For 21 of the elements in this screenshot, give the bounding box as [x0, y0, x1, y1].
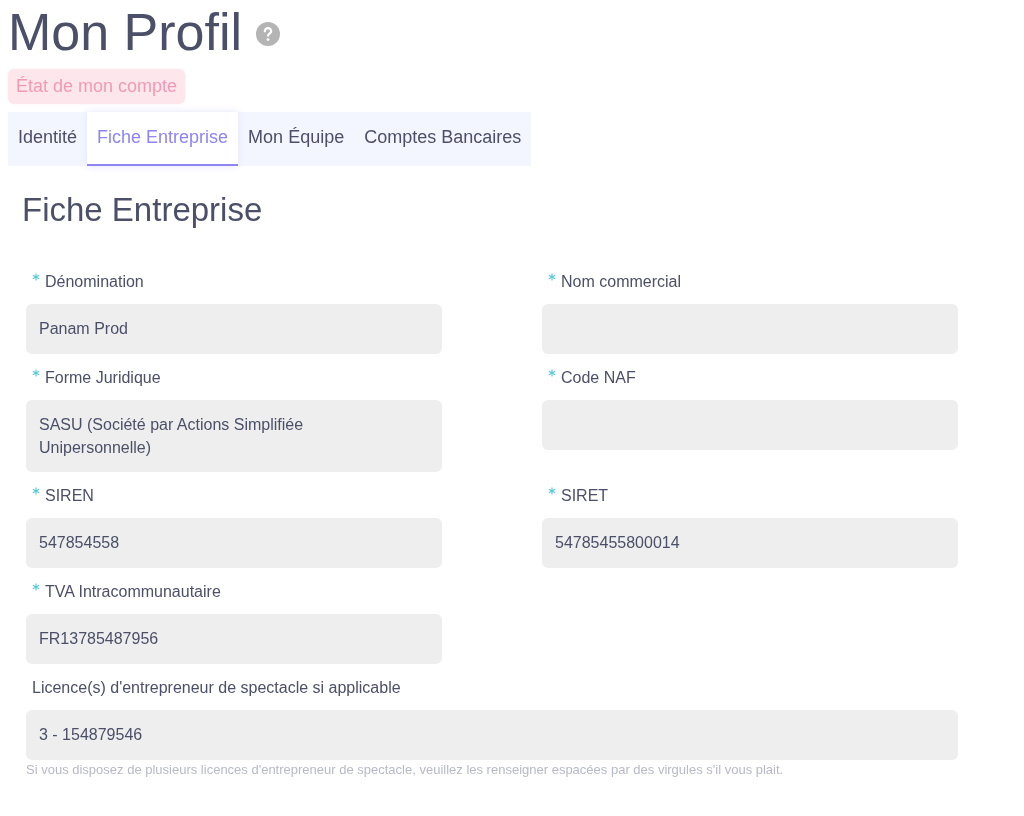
- input-field[interactable]: FR13785487956: [26, 614, 442, 665]
- help-text: Si vous disposez de plusieurs licences d'entrepreneur de spectacle, veuillez les renseigner espacées par des virgules s'il vous plait.: [26, 761, 785, 780]
- input-field[interactable]: Panam Prod: [26, 303, 442, 354]
- tab[interactable]: Mon Équipe: [238, 112, 355, 167]
- input-field[interactable]: 54785455800014: [542, 518, 958, 569]
- section-title: Fiche Entreprise: [22, 190, 264, 230]
- tab[interactable]: Identité: [8, 112, 88, 167]
- field-label: TVA Intracommunautaire: [45, 583, 221, 601]
- field-label: Code NAF: [561, 368, 636, 386]
- tab[interactable]: Comptes Bancaires: [354, 112, 532, 167]
- field-label: Licence(s) d'entrepreneur de spectacle si applicable: [32, 679, 401, 697]
- help-icon[interactable]: [256, 22, 281, 46]
- field-label: Dénomination: [45, 272, 144, 290]
- input-field[interactable]: 3 - 154879546: [26, 710, 958, 761]
- page-title: Mon Profil: [8, 4, 243, 62]
- input-field[interactable]: 547854558: [26, 518, 442, 569]
- field-label: Nom commercial: [561, 272, 681, 290]
- field-label: Forme Juridique: [45, 368, 161, 386]
- field-label: SIRET: [561, 487, 609, 505]
- field-label: SIREN: [45, 487, 94, 505]
- input-field[interactable]: SASU (Société par Actions Simplifiée Unipersonnelle): [26, 399, 442, 473]
